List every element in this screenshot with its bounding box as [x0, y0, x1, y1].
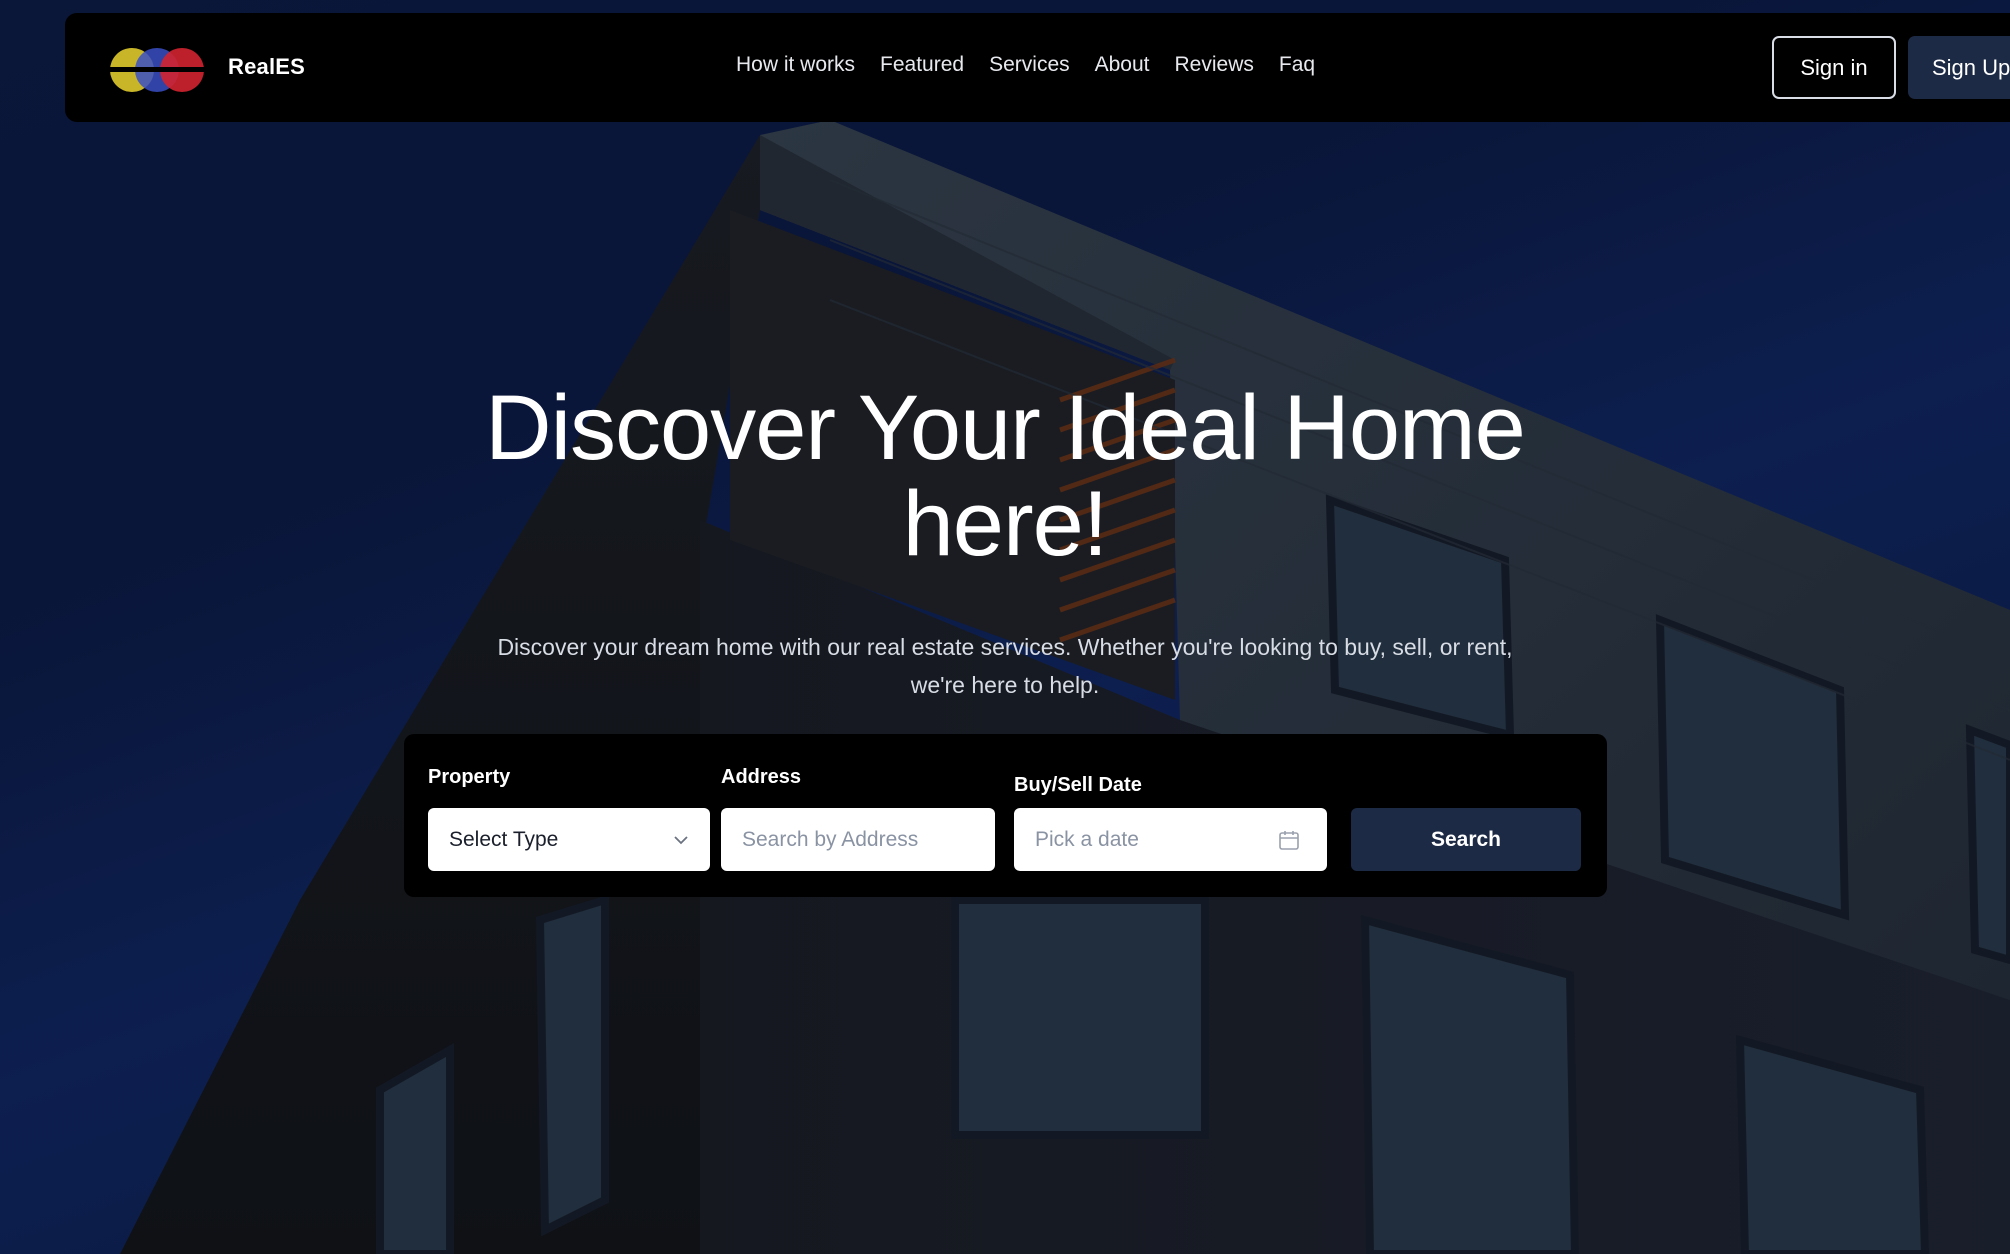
- calendar-icon[interactable]: [1277, 828, 1301, 852]
- property-search-panel: Property Address Buy/Sell Date Select Ty…: [404, 734, 1607, 897]
- hero-background-image: [0, 0, 2010, 1254]
- hero-subtitle-line-1: Discover your dream home with our real e…: [497, 634, 1513, 660]
- sign-up-button[interactable]: Sign Up: [1908, 36, 2010, 99]
- address-search-input[interactable]: [721, 808, 995, 871]
- main-nav: How it works Featured Services About Rev…: [736, 53, 1315, 77]
- brand-logo[interactable]: [107, 44, 207, 96]
- search-button[interactable]: Search: [1351, 808, 1581, 871]
- property-type-value: Select Type: [449, 827, 559, 851]
- nav-link-reviews[interactable]: Reviews: [1175, 53, 1254, 77]
- date-picker-input[interactable]: Pick a date: [1014, 808, 1327, 871]
- nav-link-how-it-works[interactable]: How it works: [736, 53, 855, 77]
- hero-title: Discover Your Ideal Home here!: [405, 380, 1605, 572]
- landing-page: RealES How it works Featured Services Ab…: [0, 0, 2010, 1254]
- property-label: Property: [428, 766, 511, 788]
- nav-link-about[interactable]: About: [1095, 53, 1150, 77]
- address-label: Address: [721, 766, 802, 788]
- sign-in-button[interactable]: Sign in: [1772, 36, 1896, 99]
- hero-subtitle-line-2: we're here to help.: [910, 672, 1100, 698]
- date-placeholder: Pick a date: [1035, 827, 1139, 851]
- hero-title-line-2: here!: [902, 473, 1109, 575]
- nav-link-services[interactable]: Services: [989, 53, 1070, 77]
- date-label: Buy/Sell Date: [1014, 774, 1142, 796]
- hero-subtitle: Discover your dream home with our real e…: [400, 628, 1610, 704]
- nav-link-faq[interactable]: Faq: [1279, 53, 1315, 77]
- brand-name[interactable]: RealES: [228, 54, 305, 80]
- hero-title-line-1: Discover Your Ideal Home: [485, 377, 1526, 479]
- top-navbar: RealES How it works Featured Services Ab…: [65, 13, 2010, 122]
- property-type-select[interactable]: Select Type: [428, 808, 710, 871]
- nav-link-featured[interactable]: Featured: [880, 53, 964, 77]
- chevron-down-icon: [674, 836, 688, 845]
